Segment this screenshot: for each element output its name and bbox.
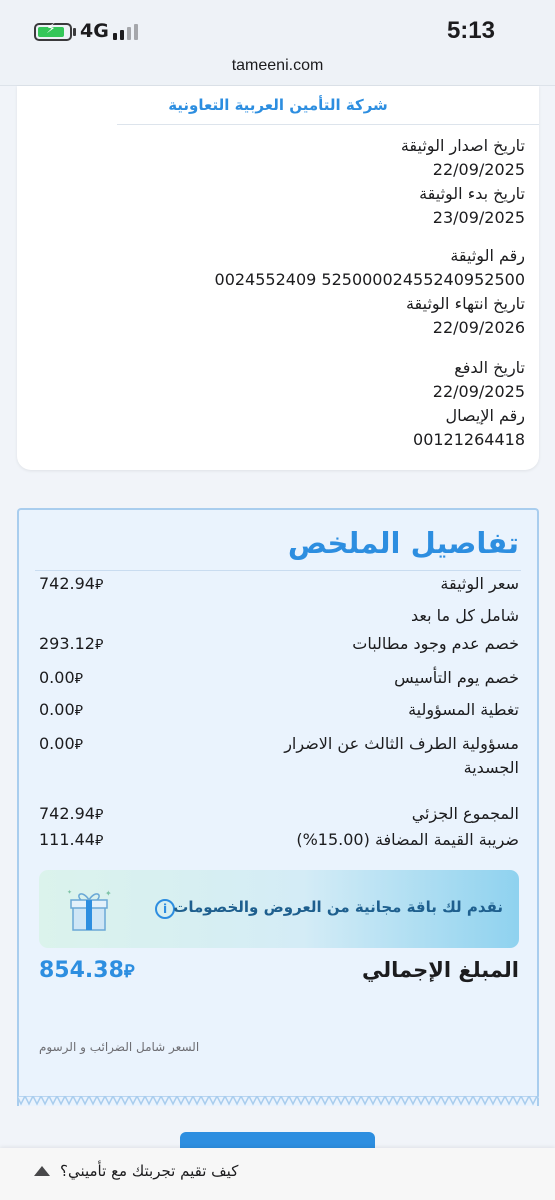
field-value: 22/09/2026 [432, 318, 525, 337]
field-label: رقم الإيصال [445, 406, 525, 425]
third-party-bodily-label: مسؤولية الطرف الثالث عن الاضرار الجسدية [284, 734, 519, 777]
founding-day-discount-label: خصم يوم التأسيس [394, 668, 519, 687]
field-value: 0024552409 5250000245524095250​0 [214, 270, 525, 289]
summary-card: تفاصيل الملخص سعر الوثيقة 742.94⃁ شامل ك… [17, 508, 539, 1106]
summary-title: تفاصيل الملخص [287, 526, 519, 560]
clock: 5:13 [446, 17, 495, 44]
founding-day-discount-value: 0.00⃁ [39, 668, 83, 687]
field-label: تاريخ الدفع [454, 358, 525, 377]
liability-coverage-value: 0.00⃁ [39, 700, 83, 719]
zigzag-edge [17, 1096, 539, 1106]
field-value: 23/09/2025 [432, 208, 525, 227]
field-label: رقم الوثيقة [450, 246, 525, 265]
divider [35, 570, 521, 571]
issue-date-field: تاريخ اصدار الوثيقة 22/09/2025 [401, 134, 525, 182]
vat-label: ضريبة القيمة المضافة (15.00%) [296, 830, 519, 849]
subtotal-value: 742.94⃁ [39, 804, 104, 823]
field-label: تاريخ بدء الوثيقة [419, 184, 525, 203]
riyal-icon: ⃁ [94, 807, 104, 823]
field-label: تاريخ اصدار الوثيقة [400, 136, 525, 155]
signal-icon [113, 22, 139, 40]
no-claims-discount-value: 293.12⃁ [39, 634, 104, 653]
status-bar: ⚡ 4G 5:13 [0, 0, 555, 50]
subtotal-label: المجموع الجزئي [411, 804, 519, 823]
svg-text:✦: ✦ [67, 889, 72, 896]
inclusive-note: شامل كل ما بعد [411, 606, 519, 625]
riyal-icon: ⃁ [94, 637, 104, 653]
tax-note: السعر شامل الضرائب و الرسوم [39, 1040, 200, 1054]
policy-card: شركة التأمين العربية التعاونية تاريخ اصد… [17, 86, 539, 470]
riyal-icon: ⃁ [94, 833, 104, 849]
third-party-bodily-value: 0.00⃁ [39, 734, 83, 753]
battery-cap [73, 28, 76, 36]
gift-icon: ✦ ✦ [67, 889, 111, 931]
riyal-icon: ⃁ [74, 671, 83, 687]
svg-text:✦: ✦ [105, 889, 111, 898]
end-date-field: تاريخ انتهاء الوثيقة 22/09/2026 [406, 292, 525, 340]
riyal-icon: ⃁ [94, 577, 104, 593]
policy-price-label: سعر الوثيقة [440, 574, 519, 593]
field-value: 00121264418 [413, 430, 525, 449]
riyal-icon: ⃁ [123, 961, 135, 982]
feedback-bar[interactable]: كيف تقيم تجربتك مع تأميني؟ [0, 1148, 555, 1200]
riyal-icon: ⃁ [74, 737, 83, 753]
feedback-text: كيف تقيم تجربتك مع تأميني؟ [60, 1162, 239, 1180]
payment-date-field: تاريخ الدفع 22/09/2025 [433, 356, 525, 404]
divider [117, 124, 539, 125]
field-value: 22/09/2025 [432, 382, 525, 401]
no-claims-discount-label: خصم عدم وجود مطالبات [352, 634, 519, 653]
url-bar[interactable]: tameeni.com [0, 50, 555, 86]
start-date-field: تاريخ بدء الوثيقة 23/09/2025 [419, 182, 525, 230]
chevron-up-icon[interactable] [34, 1166, 50, 1176]
network-type: 4G [80, 20, 109, 42]
offer-text: نقدم لك باقة مجانية من العروض والخصومات [173, 898, 503, 916]
policy-number-field: رقم الوثيقة 0024552409 52500002455240952… [215, 244, 525, 292]
battery-charging-icon: ⚡ [34, 21, 72, 41]
total-label: المبلغ الإجمالي [361, 958, 519, 982]
field-value: 22/09/2025 [432, 160, 525, 179]
policy-price-value: 742.94⃁ [39, 574, 104, 593]
total-value: 854.38⃁ [39, 958, 135, 983]
riyal-icon: ⃁ [74, 703, 83, 719]
offers-banner[interactable]: ✦ ✦ i نقدم لك باقة مجانية من العروض والخ… [39, 870, 519, 948]
url-text: tameeni.com [231, 57, 324, 74]
liability-coverage-label: تغطية المسؤولية [408, 700, 519, 719]
vat-value: 111.44⃁ [39, 830, 104, 849]
receipt-number-field: رقم الإيصال 00121264418 [413, 404, 525, 452]
field-label: تاريخ انتهاء الوثيقة [405, 294, 525, 313]
company-name: شركة التأمين العربية التعاونية [168, 96, 388, 114]
info-icon[interactable]: i [155, 899, 175, 919]
